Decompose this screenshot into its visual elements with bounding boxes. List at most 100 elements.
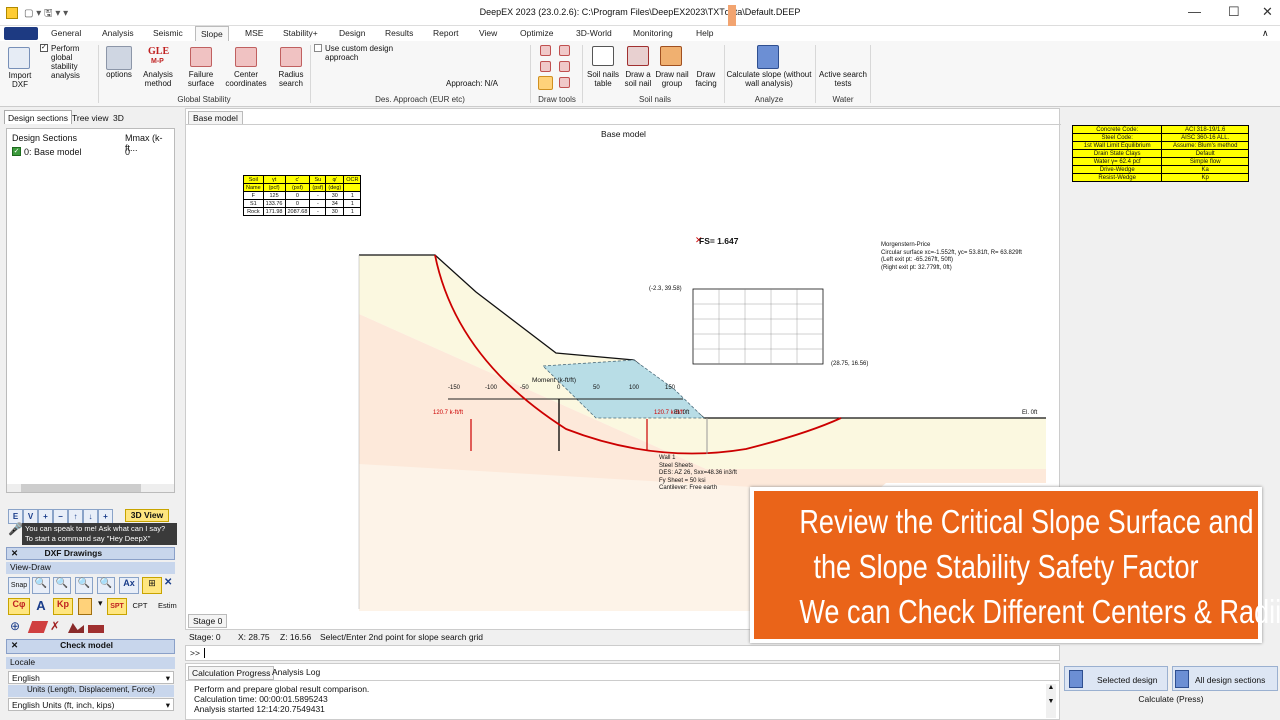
draw-tool-icon[interactable] — [540, 61, 551, 72]
view-draw-header[interactable]: View-Draw — [6, 562, 175, 574]
command-input[interactable]: >> — [185, 645, 1060, 661]
horizontal-scrollbar[interactable] — [7, 484, 174, 492]
check-model-button[interactable]: ✕ Check model — [6, 639, 175, 654]
draw-tool-icon[interactable] — [540, 45, 551, 56]
column-header-mmax[interactable]: Mmax (k-ft... — [125, 133, 174, 153]
zoom-extents-icon[interactable]: 🔍 — [97, 577, 115, 594]
options-button[interactable]: options — [100, 70, 138, 79]
options-icon — [106, 46, 132, 70]
draw-tool-icon[interactable] — [559, 45, 570, 56]
microphone-icon[interactable]: 🎤 — [8, 522, 23, 544]
calculator-icon — [757, 45, 779, 69]
tab-results[interactable]: Results — [385, 28, 413, 38]
dropdown-icon[interactable]: ▾ — [98, 598, 104, 615]
tab-general[interactable]: General — [51, 28, 81, 38]
wall-info-line: Steel Sheets — [659, 462, 694, 469]
units-label: Units (Length, Displacement, Force) — [8, 685, 174, 697]
failure-surface-button[interactable]: Failure surface — [180, 70, 222, 88]
tab-design-sections[interactable]: Design sections — [4, 110, 73, 124]
tab-3d[interactable]: 3D — [113, 113, 124, 123]
all-design-sections-button[interactable]: All design sections — [1172, 666, 1278, 691]
column-header-sections[interactable]: Design Sections — [12, 133, 77, 143]
tab-view[interactable]: View — [479, 28, 497, 38]
tab-design[interactable]: Design — [339, 28, 365, 38]
units-select[interactable]: English Units (ft, inch, kips) ▾ — [8, 698, 174, 711]
file-menu-button[interactable] — [4, 27, 38, 40]
tab-stability-plus[interactable]: Stability+ — [283, 28, 318, 38]
ruler-icon[interactable]: ⊞ — [142, 577, 162, 594]
wall-icon[interactable] — [88, 625, 104, 633]
maximize-icon[interactable]: ☐ — [1228, 4, 1240, 20]
active-search-tests-button[interactable]: Active search tests — [818, 70, 868, 88]
3d-view-button[interactable]: 3D View — [125, 509, 169, 522]
cpt-button[interactable]: CPT — [130, 598, 150, 615]
tab-optimize[interactable]: Optimize — [520, 28, 554, 38]
ribbon-collapse-icon[interactable]: ∧ — [1262, 28, 1269, 39]
estimate-button[interactable]: Estim — [158, 598, 178, 615]
move-up-button[interactable]: ↑ — [68, 509, 83, 524]
section-row-name[interactable]: 0: Base model — [24, 147, 82, 157]
tab-analysis-log[interactable]: Analysis Log — [272, 667, 320, 677]
close-icon[interactable]: ✕ — [1262, 4, 1273, 20]
minimize-icon[interactable]: — — [1188, 4, 1201, 19]
code-val: Assume: Blum's method — [1161, 141, 1249, 150]
add-button[interactable]: + — [38, 509, 53, 524]
wall-info-line: DES: AZ 26, Sxx=48.36 in3/ft — [659, 470, 737, 476]
tab-help[interactable]: Help — [696, 28, 713, 38]
log-lines: Perform and prepare global result compar… — [194, 684, 369, 718]
draw-facing-button[interactable]: Draw facing — [692, 70, 720, 88]
moment-left-value: 120.7 k-ft/ft — [433, 410, 464, 416]
custom-design-checkbox[interactable] — [314, 44, 322, 52]
tab-report[interactable]: Report — [433, 28, 459, 38]
zoom-out-icon[interactable]: 🔍 — [53, 577, 71, 594]
close-tools-icon[interactable]: ✕ — [164, 577, 175, 594]
add-after-button[interactable]: + — [98, 509, 113, 524]
status-stage: Stage: 0 — [189, 632, 221, 642]
move-down-button[interactable]: ↓ — [83, 509, 98, 524]
tab-tree-view[interactable]: Tree view — [72, 113, 109, 123]
draw-soil-nail-button[interactable]: Draw a soil nail — [622, 70, 654, 88]
dxf-drawings-header[interactable]: ✕ DXF Drawings — [6, 547, 175, 560]
view-button[interactable]: V — [23, 509, 38, 524]
text-tool-icon[interactable]: A — [33, 598, 49, 615]
elevation-label: El. 0ft — [1022, 410, 1038, 416]
language-select[interactable]: English ▾ — [8, 671, 174, 684]
tab-calculation-progress[interactable]: Calculation Progress — [188, 666, 275, 680]
zoom-window-icon[interactable]: 🔍 — [75, 577, 93, 594]
draw-nail-group-button[interactable]: Draw nail group — [653, 70, 691, 88]
soil-th: γt — [262, 175, 286, 184]
section-row-value: 0 — [125, 147, 131, 157]
perform-global-checkbox[interactable]: ✓ — [40, 44, 48, 52]
remove-button[interactable]: − — [53, 509, 68, 524]
ax-icon[interactable]: Ax — [119, 577, 139, 594]
snap-button[interactable]: Snap — [8, 577, 30, 594]
import-dxf-button[interactable]: Import DXF — [3, 71, 37, 89]
check-icon[interactable]: ✓ — [12, 147, 21, 156]
selected-design-button[interactable]: Selected design — [1064, 666, 1168, 691]
spt-button[interactable]: SPT — [107, 598, 127, 615]
zoom-in-icon[interactable]: 🔍 — [32, 577, 50, 594]
draw-tool-active-icon[interactable] — [538, 76, 553, 90]
tab-analysis[interactable]: Analysis — [102, 28, 134, 38]
draw-tool-icon[interactable] — [559, 77, 570, 88]
tab-3d-world[interactable]: 3D-World — [576, 28, 612, 38]
layer-icon[interactable] — [78, 598, 92, 615]
center-coordinates-button[interactable]: Center coordinates — [221, 70, 271, 88]
target-icon[interactable]: ⊕ — [10, 619, 26, 635]
soil-cell: 1 — [343, 199, 362, 208]
calculate-slope-button[interactable]: Calculate slope (without wall analysis) — [726, 70, 812, 88]
tab-seismic[interactable]: Seismic — [153, 28, 183, 38]
c-phi-icon[interactable]: Cφ — [8, 598, 30, 615]
anchor-icon[interactable]: ✗ — [50, 619, 66, 635]
analysis-method-button[interactable]: Analysis method — [140, 70, 176, 88]
log-scrollbar[interactable]: ▲ ▼ — [1046, 684, 1056, 718]
radius-search-button[interactable]: Radius search — [272, 70, 310, 88]
draw-tool-icon[interactable] — [559, 61, 570, 72]
kp-icon[interactable]: Kp — [53, 598, 73, 615]
tab-slope[interactable]: Slope — [195, 26, 229, 42]
tab-mse[interactable]: MSE — [245, 28, 263, 38]
soil-nails-table-button[interactable]: Soil nails table — [585, 70, 621, 88]
soil-unit: (psf) — [309, 183, 327, 192]
tab-stage-0[interactable]: Stage 0 — [188, 614, 228, 628]
tab-monitoring[interactable]: Monitoring — [633, 28, 673, 38]
